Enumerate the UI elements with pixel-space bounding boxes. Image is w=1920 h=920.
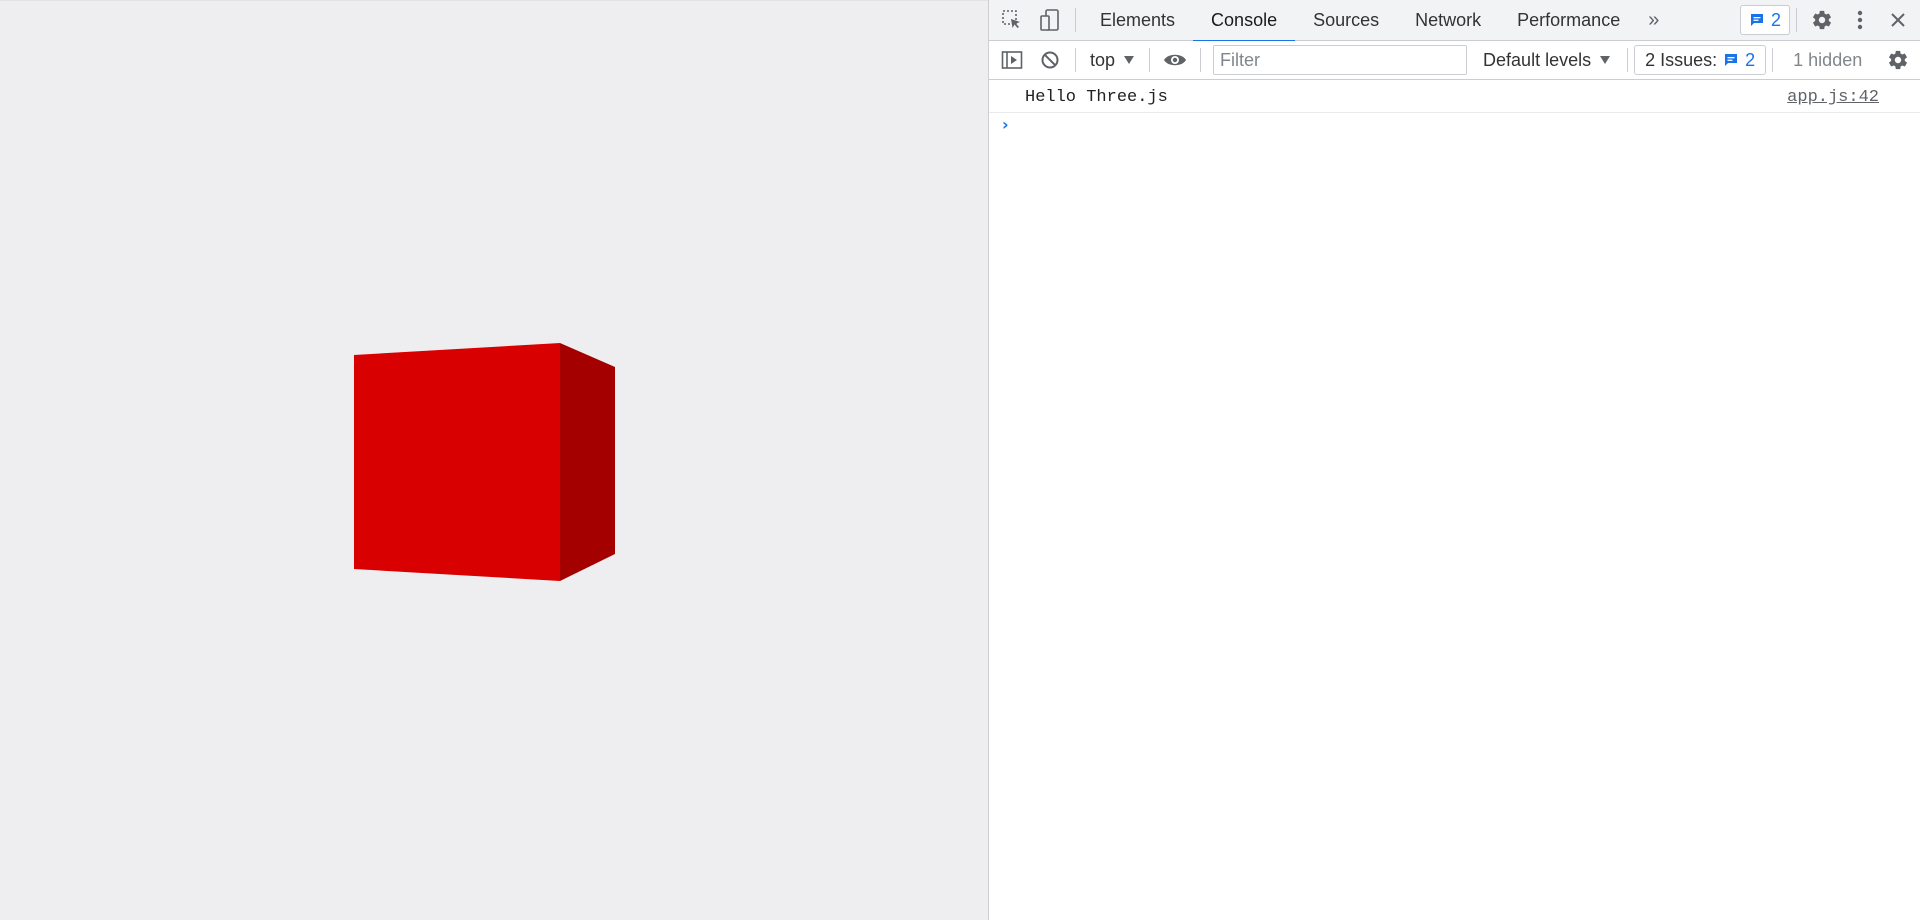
- dropdown-arrow-icon: [1124, 56, 1135, 64]
- devtools-tabbar: Elements Console Sources Network Perform…: [989, 0, 1920, 42]
- tab-label: Elements: [1100, 9, 1176, 30]
- chevron-double-right-icon[interactable]: »: [1638, 9, 1669, 32]
- settings-gear-icon[interactable]: [1803, 1, 1841, 39]
- issues-badge[interactable]: 2: [1739, 5, 1790, 35]
- close-icon[interactable]: [1879, 1, 1917, 39]
- console-output[interactable]: Hello Three.js app.js:42 ›: [989, 80, 1920, 920]
- cube-front-face: [354, 343, 560, 581]
- console-message-source-link[interactable]: app.js:42: [1787, 88, 1879, 107]
- divider: [1796, 8, 1797, 32]
- console-toolbar: top Default levels 2 Issues: 2 1 hidden: [989, 41, 1920, 80]
- sidebar-toggle-icon[interactable]: [993, 41, 1031, 79]
- tab-label: Sources: [1313, 9, 1380, 30]
- divider: [1149, 48, 1151, 72]
- tab-label: Network: [1415, 9, 1482, 30]
- tab-console[interactable]: Console: [1193, 0, 1296, 42]
- tab-network[interactable]: Network: [1397, 0, 1499, 41]
- console-prompt[interactable]: ›: [989, 113, 1920, 139]
- issues-count: 2: [1745, 49, 1756, 70]
- cube-side-face: [560, 343, 615, 581]
- issues-badge-count: 2: [1770, 9, 1781, 30]
- hidden-messages-count: 1 hidden: [1793, 49, 1863, 70]
- prompt-caret-icon: ›: [1002, 115, 1009, 134]
- divider: [1075, 8, 1076, 32]
- context-value: top: [1090, 49, 1116, 70]
- filter-input[interactable]: [1213, 45, 1468, 75]
- issues-label: 2 Issues:: [1645, 49, 1718, 70]
- live-expression-eye-icon[interactable]: [1156, 41, 1194, 79]
- console-message: Hello Three.js app.js:42: [989, 80, 1920, 113]
- issues-button[interactable]: 2 Issues: 2: [1634, 45, 1767, 75]
- inspect-element-icon[interactable]: [993, 1, 1031, 39]
- message-icon: [1750, 14, 1763, 26]
- log-levels-dropdown[interactable]: Default levels: [1473, 50, 1621, 71]
- divider: [1200, 48, 1202, 72]
- device-toolbar-icon[interactable]: [1031, 1, 1069, 39]
- log-levels-label: Default levels: [1483, 49, 1592, 70]
- tab-elements[interactable]: Elements: [1082, 0, 1193, 41]
- divider: [1772, 48, 1774, 72]
- webgl-viewport[interactable]: [0, 0, 988, 920]
- clear-console-icon[interactable]: [1031, 41, 1069, 79]
- tab-performance[interactable]: Performance: [1499, 0, 1638, 41]
- divider: [1627, 48, 1629, 72]
- context-selector[interactable]: top: [1082, 50, 1143, 71]
- console-message-text: Hello Three.js: [1025, 88, 1168, 107]
- console-settings-gear-icon[interactable]: [1879, 41, 1917, 79]
- tab-sources[interactable]: Sources: [1295, 0, 1397, 41]
- message-icon: [1725, 54, 1738, 66]
- scene-canvas: [354, 343, 615, 581]
- more-vert-icon[interactable]: [1841, 1, 1879, 39]
- tab-label: Performance: [1517, 9, 1621, 30]
- dropdown-arrow-icon: [1600, 56, 1611, 64]
- tab-label: Console: [1211, 9, 1278, 30]
- devtools-panel: Elements Console Sources Network Perform…: [988, 0, 1920, 920]
- divider: [1075, 48, 1076, 72]
